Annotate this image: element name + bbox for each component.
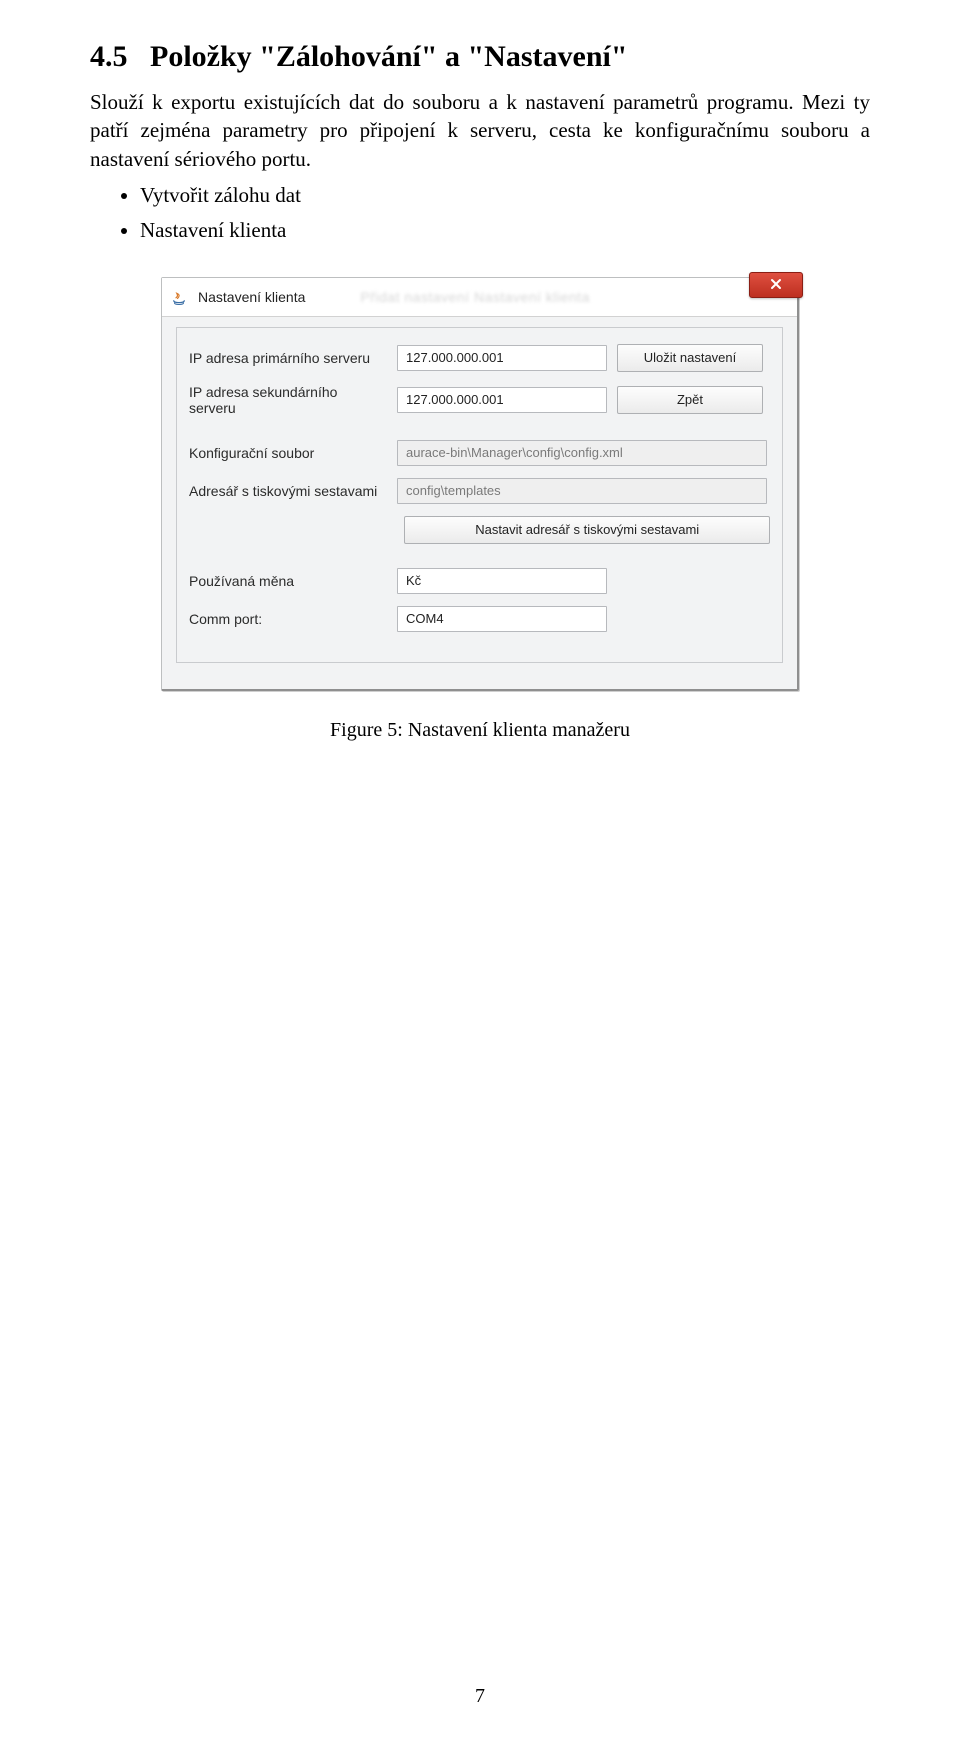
comm-port-input[interactable]: COM4 — [397, 606, 607, 632]
row-currency: Používaná měna Kč — [189, 568, 770, 594]
row-set-dir: Nastavit adresář s tiskovými sestavami — [189, 516, 770, 544]
list-item: Nastavení klienta — [140, 218, 870, 243]
templates-dir-field: config\templates — [397, 478, 767, 504]
comm-port-label: Comm port: — [189, 611, 387, 627]
row-ip-primary: IP adresa primárního serveru 127.000.000… — [189, 344, 770, 372]
section-number: 4.5 — [90, 40, 128, 73]
config-file-field: aurace-bin\Manager\config\config.xml — [397, 440, 767, 466]
row-comm-port: Comm port: COM4 — [189, 606, 770, 632]
dialog-frame: IP adresa primárního serveru 127.000.000… — [176, 327, 783, 663]
row-templates-dir: Adresář s tiskovými sestavami config\tem… — [189, 478, 770, 504]
dialog-title: Nastavení klienta — [198, 289, 305, 305]
dialog-titlebar: Nastavení klienta Přidat nastavení Nasta… — [162, 278, 797, 317]
close-button[interactable] — [749, 272, 803, 298]
ip-primary-input[interactable]: 127.000.000.001 — [397, 345, 607, 371]
figure-caption: Figure 5: Nastavení klienta manažeru — [90, 719, 870, 742]
dialog-body: IP adresa primárního serveru 127.000.000… — [162, 317, 797, 689]
figure: Nastavení klienta Přidat nastavení Nasta… — [90, 277, 870, 742]
config-file-label: Konfigurační soubor — [189, 445, 387, 461]
titlebar-blur-text: Přidat nastavení Nastavení klienta — [360, 289, 589, 305]
currency-label: Používaná měna — [189, 573, 387, 589]
currency-input[interactable]: Kč — [397, 568, 607, 594]
templates-dir-label: Adresář s tiskovými sestavami — [189, 483, 387, 499]
bullet-list: Vytvořit zálohu dat Nastavení klienta — [90, 183, 870, 243]
set-templates-dir-button[interactable]: Nastavit adresář s tiskovými sestavami — [404, 516, 770, 544]
section-title-text: Položky "Zálohování" a "Nastavení" — [150, 40, 628, 73]
settings-dialog: Nastavení klienta Přidat nastavení Nasta… — [161, 277, 799, 691]
row-config-file: Konfigurační soubor aurace-bin\Manager\c… — [189, 440, 770, 466]
save-settings-button[interactable]: Uložit nastavení — [617, 344, 763, 372]
section-paragraph: Slouží k exportu existujících dat do sou… — [90, 88, 870, 173]
row-ip-secondary: IP adresa sekundárního serveru 127.000.0… — [189, 384, 770, 416]
ip-primary-label: IP adresa primárního serveru — [189, 350, 387, 366]
ip-secondary-label: IP adresa sekundárního serveru — [189, 384, 387, 416]
java-icon — [170, 288, 188, 306]
page-number: 7 — [0, 1685, 960, 1708]
ip-secondary-input[interactable]: 127.000.000.001 — [397, 387, 607, 413]
section-heading: 4.5 Položky "Zálohování" a "Nastavení" — [90, 40, 870, 74]
back-button[interactable]: Zpět — [617, 386, 763, 414]
list-item: Vytvořit zálohu dat — [140, 183, 870, 208]
close-icon — [769, 277, 783, 294]
